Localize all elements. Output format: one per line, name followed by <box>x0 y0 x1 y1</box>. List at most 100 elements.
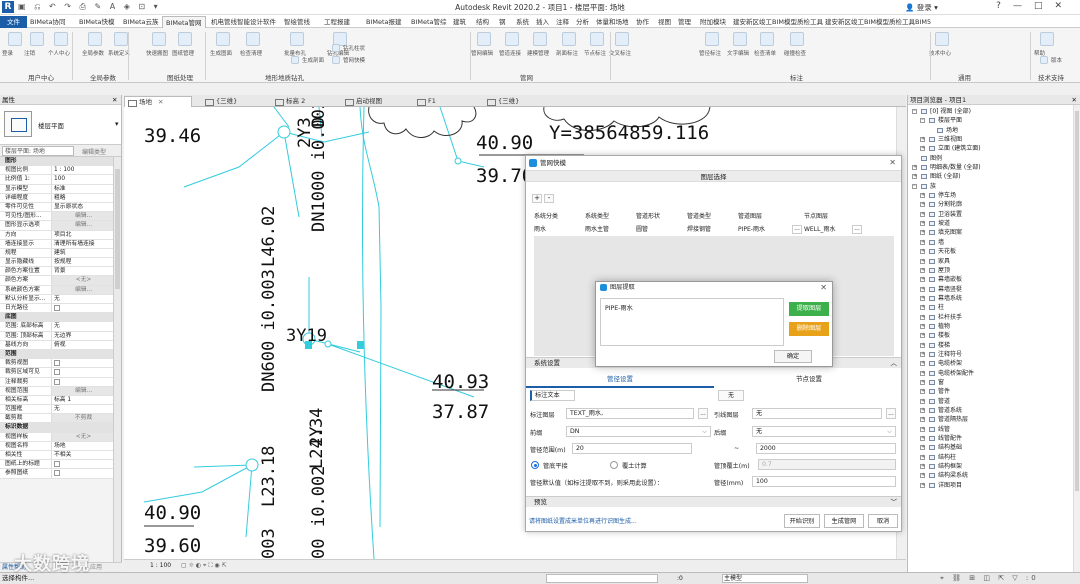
ribbon-button-icon[interactable] <box>1040 56 1048 64</box>
ribbon-tab[interactable]: 系统 <box>513 16 532 28</box>
expand-icon[interactable]: + <box>920 277 925 283</box>
browse-button[interactable]: ... <box>792 225 802 234</box>
tree-item[interactable]: + 楼梯 <box>908 341 1080 350</box>
tree-item[interactable]: + 屋顶 <box>908 266 1080 275</box>
tree-item[interactable]: + 线管 <box>908 425 1080 434</box>
ribbon-button-icon[interactable] <box>505 32 519 46</box>
ribbon-tab[interactable]: 管理 <box>675 16 694 28</box>
lead-layer-browse[interactable]: ... <box>886 408 896 419</box>
expand-icon[interactable]: + <box>920 193 925 199</box>
ribbon-tab[interactable]: 建安新区竣工BIM模型质检工具 <box>730 16 826 28</box>
ribbon-button-label[interactable]: 交叉标注 <box>609 49 631 57</box>
property-row[interactable]: 视图比例 1 : 100 <box>0 166 113 176</box>
collapse-icon[interactable]: – <box>912 183 917 189</box>
tree-item[interactable]: – 楼层平面 <box>908 116 1080 125</box>
property-value[interactable]: 无边界 <box>52 332 113 340</box>
sign-in-button[interactable]: 👤 登录 ▾ <box>905 2 938 13</box>
ribbon-button-label[interactable]: 建模管理 <box>527 49 549 57</box>
label-text-field[interactable]: 标注文本 <box>530 390 575 401</box>
project-browser-scrollbar[interactable] <box>1073 105 1080 572</box>
tab-diameter-settings[interactable]: 管径设置 <box>526 372 714 388</box>
ribbon-button-label[interactable]: 检查清理 <box>240 49 262 57</box>
tab-node-settings[interactable]: 节点设置 <box>715 372 901 386</box>
tree-item[interactable]: – [0] 视图 (全部) <box>908 107 1080 116</box>
collapse-icon[interactable]: – <box>912 109 917 114</box>
expand-icon[interactable]: + <box>920 305 925 311</box>
ribbon-button-label[interactable]: 管网快模 <box>343 56 365 64</box>
ribbon-button-icon[interactable] <box>152 32 166 46</box>
ribbon-button-icon[interactable] <box>1040 32 1054 46</box>
cover-calc-radio[interactable] <box>610 461 618 469</box>
tree-item[interactable]: + 电缆桥架配件 <box>908 369 1080 378</box>
delete-layer-button[interactable]: 删除图层 <box>789 322 829 336</box>
tree-item[interactable]: + 结构柱 <box>908 453 1080 462</box>
property-row[interactable]: 裁剪视图 <box>0 359 113 369</box>
view-control-icons[interactable]: ▢ ☼ ◐ ⌖ ⛶ ◉ ⇱ <box>181 562 227 569</box>
ribbon-button-label[interactable]: 碰撞检查 <box>784 49 806 57</box>
ribbon-button-icon[interactable] <box>590 32 604 46</box>
tree-item[interactable]: + 注释符号 <box>908 350 1080 359</box>
property-value[interactable]: 编辑... <box>52 212 113 221</box>
ribbon-button-label[interactable]: 管网编辑 <box>471 49 493 57</box>
property-row[interactable]: 范围: 底部标高无 <box>0 322 113 332</box>
ribbon-button-label[interactable]: 生成剖面 <box>302 56 324 64</box>
checkbox[interactable] <box>54 461 60 468</box>
ribbon-button-label[interactable]: 节点标注 <box>584 49 606 57</box>
range-max-input[interactable]: 2000 <box>756 443 896 454</box>
ribbon-button-icon[interactable] <box>533 32 547 46</box>
expand-icon[interactable]: + <box>920 473 925 479</box>
property-value[interactable]: 显示原状态 <box>52 203 113 211</box>
ribbon-button-icon[interactable] <box>178 32 192 46</box>
selection-filter-icons[interactable]: ⌖ ⛓ ⊞ ◫ ⇱ ▽ :0 <box>940 573 1039 584</box>
tree-item[interactable]: + 立面 (建筑立面) <box>908 144 1080 153</box>
ribbon-button-icon[interactable] <box>705 32 719 46</box>
tree-item[interactable]: + 栏杆扶手 <box>908 313 1080 322</box>
property-value[interactable] <box>52 359 113 367</box>
expand-icon[interactable]: + <box>920 370 925 376</box>
close-icon[interactable]: ✕ <box>158 98 163 106</box>
ribbon-tab[interactable]: 结构 <box>473 16 492 28</box>
ribbon-tab[interactable]: 智绘管线 <box>281 16 313 28</box>
close-icon[interactable]: ✕ <box>820 282 827 294</box>
properties-scrollbar[interactable] <box>113 157 121 562</box>
tree-item[interactable]: + 分割轮廓 <box>908 200 1080 209</box>
layer-cell[interactable]: 圆管 <box>636 223 687 236</box>
tree-item[interactable]: + 结构基础 <box>908 443 1080 452</box>
ribbon-tab[interactable]: 分析 <box>573 16 592 28</box>
property-row[interactable]: 裁剪区域可见 <box>0 368 113 378</box>
tree-item[interactable]: + 植物 <box>908 322 1080 331</box>
expand-icon[interactable]: + <box>920 454 925 460</box>
expand-icon[interactable]: + <box>920 445 925 451</box>
expand-icon[interactable]: + <box>920 351 925 357</box>
expand-icon[interactable]: + <box>920 286 925 292</box>
expand-icon[interactable]: + <box>920 137 925 143</box>
tree-item[interactable]: + 管道隔热层 <box>908 415 1080 424</box>
tree-item[interactable]: + 幕墙竖梃 <box>908 285 1080 294</box>
ribbon-tab[interactable]: BIMeta管网 <box>162 16 206 28</box>
ribbon-tab[interactable]: 协作 <box>633 16 652 28</box>
ribbon-tab[interactable]: 体量和场地 <box>593 16 632 28</box>
property-value[interactable]: 无 <box>52 322 113 330</box>
ribbon-tab[interactable]: 文件 <box>0 16 27 28</box>
view-tab[interactable]: 启动视图✕ <box>342 96 410 107</box>
ribbon-button-icon[interactable] <box>332 44 340 52</box>
layer-cell[interactable]: 雨水 <box>534 223 585 236</box>
ribbon-button-icon[interactable] <box>562 32 576 46</box>
ribbon-tab[interactable]: 建筑 <box>450 16 469 28</box>
expand-icon[interactable]: + <box>920 426 925 432</box>
ribbon-button-label[interactable]: 注销 <box>24 49 35 57</box>
property-value[interactable]: 按规程 <box>52 258 113 266</box>
property-value[interactable]: 编辑... <box>52 221 113 230</box>
property-row[interactable]: 截剪裁 不剪裁 <box>0 414 113 424</box>
ribbon-tab[interactable]: BIMeta报建 <box>363 16 405 28</box>
tree-item[interactable]: + 三维视图 <box>908 135 1080 144</box>
property-value[interactable]: 1 : 100 <box>52 166 113 174</box>
workset-select[interactable] <box>546 574 658 583</box>
view-tab[interactable]: F1✕ <box>414 96 482 107</box>
ribbon-tab[interactable]: 视图 <box>655 16 674 28</box>
tree-item[interactable]: + 结构梁系统 <box>908 471 1080 480</box>
layer-cell[interactable]: PIPE-雨水 <box>738 223 792 236</box>
ribbon-tab[interactable]: 建安新区竣工BIM模型质检工具BIM5 <box>822 16 934 28</box>
ribbon-button-label[interactable]: 文字编辑 <box>727 49 749 57</box>
label-layer-input[interactable]: TEXT_雨水, <box>566 408 694 419</box>
